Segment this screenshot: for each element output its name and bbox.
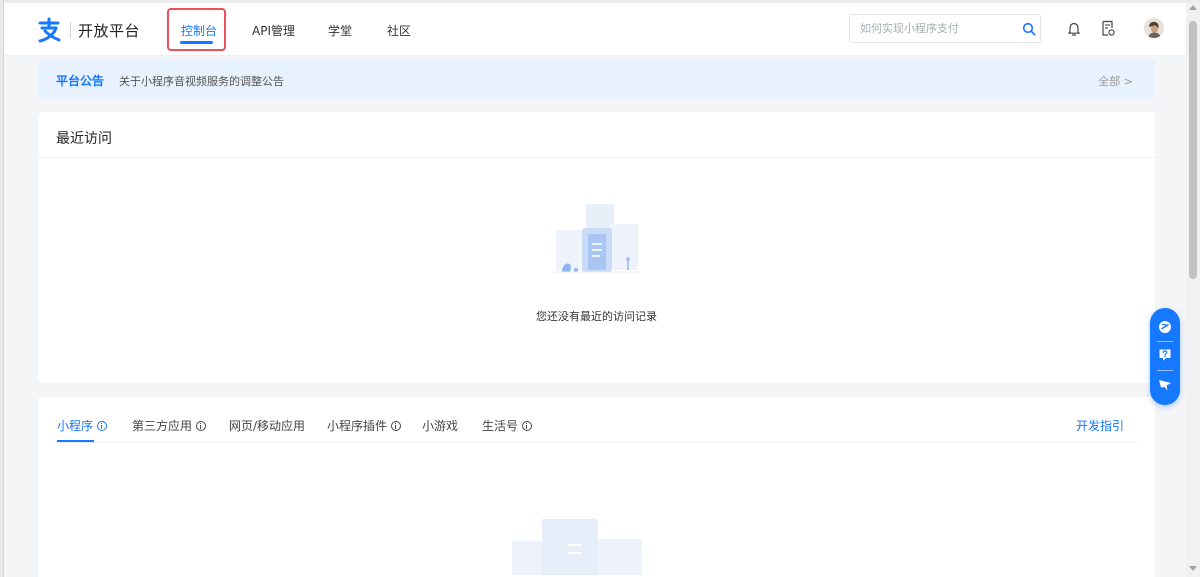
search-icon[interactable] [1022, 22, 1036, 36]
empty-state-illustration [554, 204, 640, 273]
search-input[interactable] [850, 15, 1015, 42]
floating-toolbar [1150, 308, 1180, 405]
toolbar-separator [1157, 370, 1173, 371]
tab-label: 网页/移动应用 [229, 419, 306, 433]
info-icon[interactable] [522, 420, 533, 431]
logo-text: 开放平台 [78, 21, 141, 40]
nav-academy[interactable]: 学堂 [328, 22, 352, 39]
recent-visits-card: 最近访问 您还没有最近的访问记录 [38, 112, 1155, 383]
scroll-thumb[interactable] [1189, 21, 1197, 279]
tab-active-underline [57, 440, 94, 442]
card-divider [38, 157, 1155, 158]
logo-separator [70, 22, 71, 38]
app-type-tabs: 小程序 第三方应用 网页/移动应用 小程序插件 小游戏 生活号 [57, 397, 1137, 443]
document-icon[interactable] [1101, 20, 1115, 37]
vertical-scrollbar[interactable] [1186, 3, 1200, 577]
logo[interactable]: 开放平台 [36, 17, 140, 43]
announcement-all-link[interactable]: 全部 > [1098, 73, 1133, 89]
empty-state-text: 您还没有最近的访问记录 [536, 310, 657, 323]
tab-label: 第三方应用 [132, 419, 193, 433]
tab-mini-game[interactable]: 小游戏 [422, 417, 458, 434]
nav-community[interactable]: 社区 [387, 22, 411, 39]
chat-icon[interactable] [1158, 320, 1172, 334]
announcement-title: 平台公告 [56, 74, 105, 88]
scroll-up-arrow[interactable] [1189, 5, 1197, 10]
tab-mini-program-plugin[interactable]: 小程序插件 [327, 417, 402, 434]
tab-label: 生活号 [482, 419, 519, 433]
toolbar-separator [1157, 341, 1173, 342]
nav-console[interactable]: 控制台 [181, 22, 217, 39]
avatar[interactable] [1144, 18, 1164, 38]
tab-life-account[interactable]: 生活号 [482, 417, 533, 434]
tab-label: 小程序插件 [327, 419, 388, 433]
recent-visits-title: 最近访问 [56, 131, 112, 147]
tab-third-party-app[interactable]: 第三方应用 [132, 417, 207, 434]
tab-web-mobile-app[interactable]: 网页/移动应用 [229, 417, 305, 434]
info-icon[interactable] [97, 420, 108, 431]
info-icon[interactable] [391, 420, 402, 431]
info-icon[interactable] [196, 420, 207, 431]
nav-active-underline [180, 41, 213, 44]
empty-state-illustration [512, 519, 642, 575]
dev-guide-link[interactable]: 开发指引 [1076, 417, 1124, 434]
window-left-edge [0, 0, 4, 577]
announcement-bar: 平台公告 关于小程序音视频服务的调整公告 全部 > [38, 59, 1155, 99]
bell-icon[interactable] [1067, 21, 1081, 37]
search-box [849, 14, 1041, 43]
apps-card: 小程序 第三方应用 网页/移动应用 小程序插件 小游戏 生活号 开发指引 [38, 397, 1155, 577]
nav-api-management[interactable]: API管理 [252, 22, 295, 39]
feedback-icon[interactable] [1158, 378, 1172, 392]
tab-mini-program[interactable]: 小程序 [57, 417, 108, 434]
tab-label: 小游戏 [422, 419, 459, 433]
tab-label: 小程序 [57, 419, 94, 433]
scroll-down-arrow[interactable] [1189, 566, 1197, 571]
alipay-logo-icon [38, 17, 61, 43]
help-icon[interactable] [1158, 348, 1172, 362]
announcement-link[interactable]: 关于小程序音视频服务的调整公告 [119, 73, 284, 89]
avatar-image [1144, 18, 1164, 38]
top-header: 开放平台 控制台 API管理 学堂 社区 [4, 3, 1186, 56]
